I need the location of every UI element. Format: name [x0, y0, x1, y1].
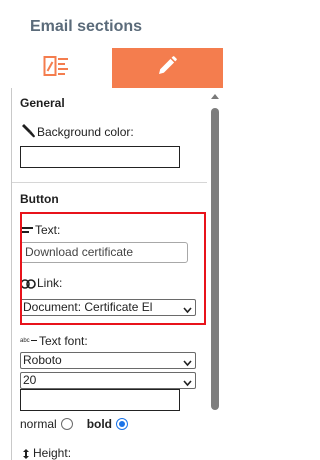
tab-layout[interactable] [0, 48, 112, 88]
text-font-icon: abc [20, 336, 38, 348]
chevron-down-icon [183, 376, 192, 388]
section-divider [12, 182, 208, 183]
height-label-text: Height: [33, 446, 72, 460]
panel-tabs [0, 48, 223, 88]
settings-content: General Background color: Button Text: D… [11, 88, 208, 460]
panel-title: Email sections [30, 18, 143, 35]
button-heading: Button [20, 192, 59, 206]
layout-icon [43, 55, 69, 82]
weight-bold-radio[interactable] [116, 418, 129, 430]
weight-normal-label: normal [20, 417, 57, 431]
font-weight-options: normal bold [20, 417, 129, 431]
font-family-select[interactable]: Roboto [20, 352, 196, 369]
background-color-label: Background color: [20, 123, 134, 139]
weight-bold-label: bold [86, 417, 113, 431]
font-size-select[interactable]: 20 [20, 372, 196, 389]
height-label: Height: [20, 446, 71, 460]
vertical-scrollbar[interactable] [207, 88, 223, 460]
scrollbar-thumb[interactable] [211, 108, 219, 410]
text-font-label-text: Text font: [39, 334, 88, 348]
email-sections-panel: Email sections General Background color:… [0, 0, 235, 460]
paint-bucket-icon [20, 123, 36, 139]
text-font-label: abc Text font: [20, 334, 88, 348]
font-size-value: 20 [23, 373, 37, 387]
chevron-down-icon [183, 356, 192, 368]
font-color-input[interactable] [20, 389, 180, 411]
highlight-box [20, 212, 206, 325]
svg-text:abc: abc [20, 338, 30, 344]
font-family-value: Roboto [23, 353, 62, 367]
tab-edit[interactable] [111, 48, 223, 88]
background-color-input[interactable] [20, 146, 180, 168]
height-icon [20, 448, 32, 460]
pencil-icon [156, 55, 178, 82]
background-color-label-text: Background color: [37, 125, 134, 139]
scroll-up-arrow-icon[interactable] [211, 94, 219, 99]
weight-normal-radio[interactable] [60, 418, 73, 430]
general-heading: General [20, 96, 65, 110]
